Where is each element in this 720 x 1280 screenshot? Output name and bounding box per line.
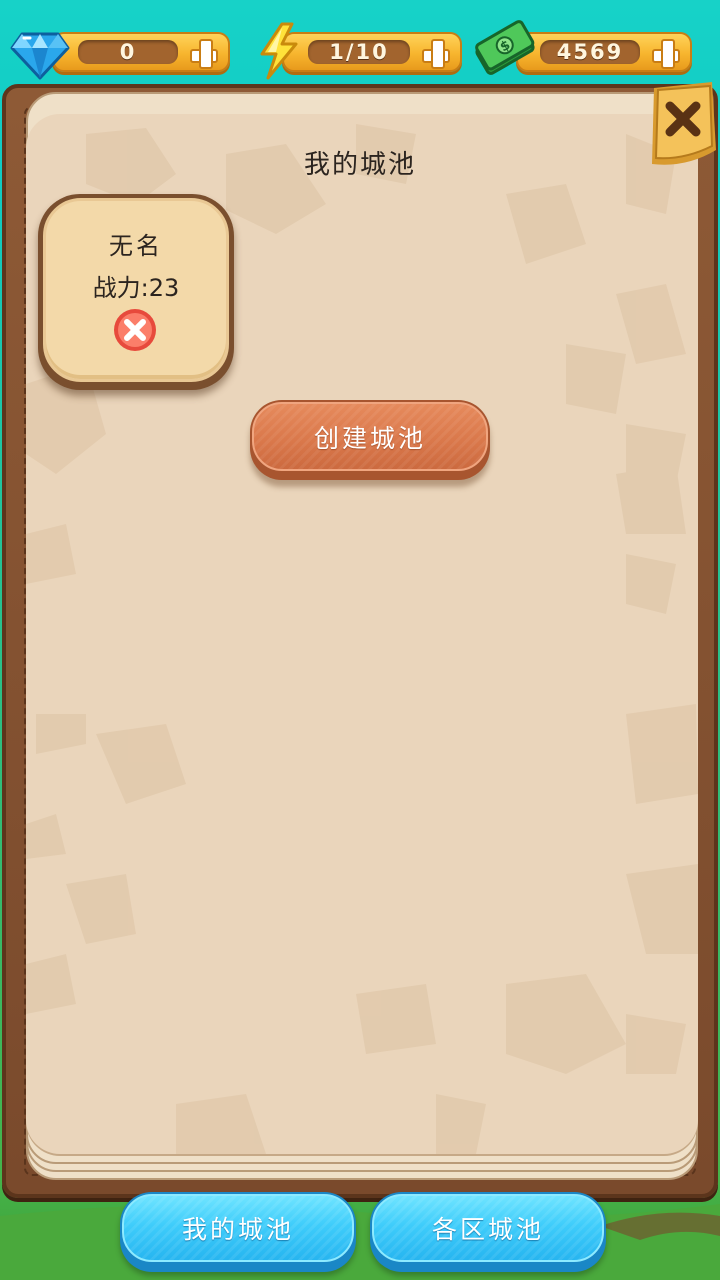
money-counter: 4569 $ xyxy=(472,20,692,75)
lightning-icon xyxy=(260,22,298,80)
delete-x-circle-icon[interactable] xyxy=(113,308,157,352)
ground-decoration xyxy=(0,1204,720,1280)
create-city-button-face: 创建城池 xyxy=(252,402,488,471)
energy-counter: 1/10 xyxy=(256,22,462,80)
tab-my-cities-face: 我的城池 xyxy=(122,1194,354,1262)
cash-icon: $ xyxy=(475,20,535,75)
add-money-button[interactable] xyxy=(648,37,684,71)
city-name: 无名 xyxy=(109,232,163,260)
money-pill: 4569 xyxy=(516,32,692,72)
add-energy-button[interactable] xyxy=(418,37,454,71)
city-power: 战力:23 xyxy=(92,274,180,302)
close-x-icon[interactable] xyxy=(646,80,720,170)
energy-value: 1/10 xyxy=(308,40,410,64)
tab-all-region-cities-label: 各区城池 xyxy=(431,1215,544,1244)
create-city-button[interactable]: 创建城池 xyxy=(250,400,490,480)
tab-my-cities[interactable]: 我的城池 xyxy=(120,1192,356,1272)
create-city-label: 创建城池 xyxy=(313,423,426,453)
tab-my-cities-label: 我的城池 xyxy=(181,1215,294,1244)
tab-all-region-cities-face: 各区城池 xyxy=(372,1194,604,1262)
money-value: 4569 xyxy=(540,40,640,64)
tab-all-region-cities[interactable]: 各区城池 xyxy=(370,1192,606,1272)
energy-pill: 1/10 xyxy=(282,32,462,72)
